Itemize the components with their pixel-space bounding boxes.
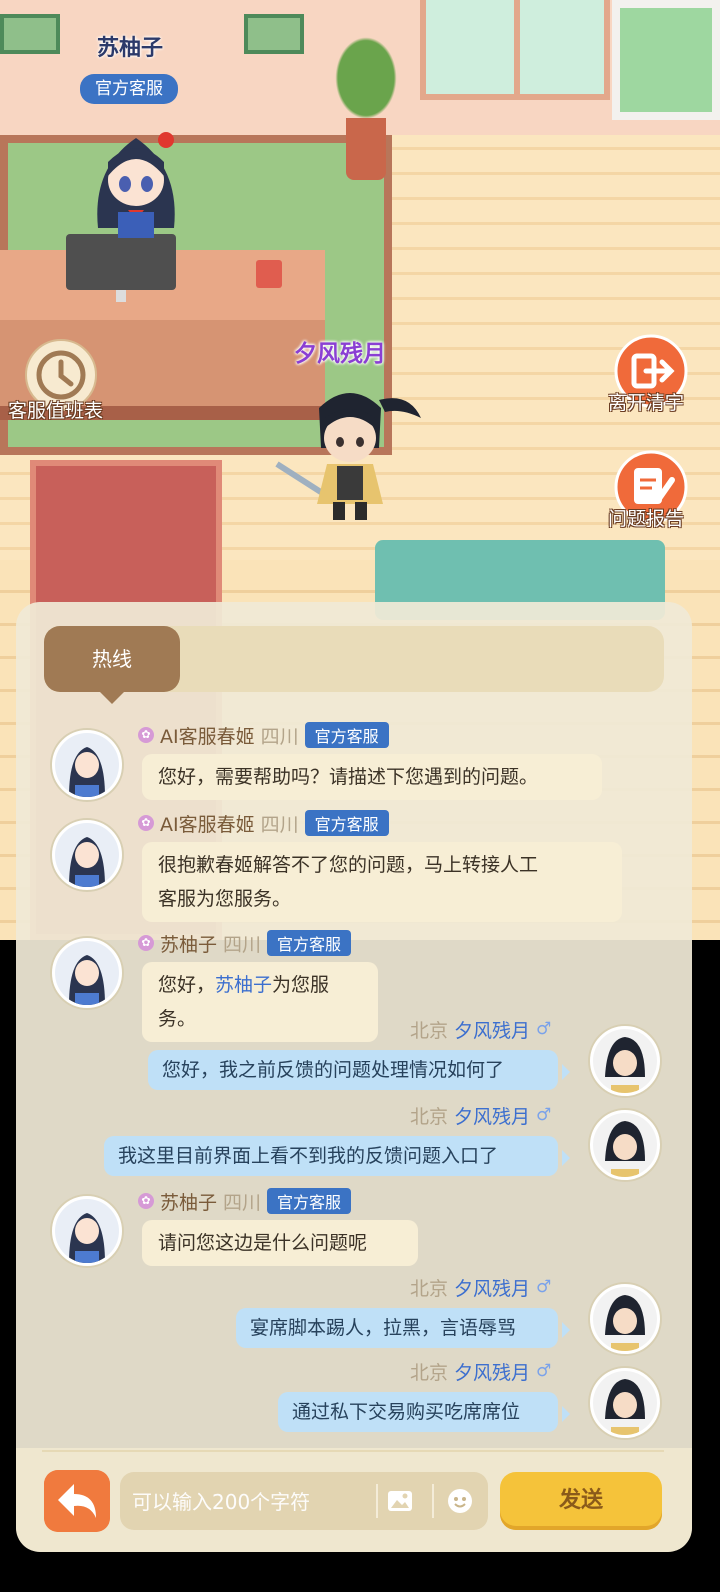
agent-avatar[interactable] bbox=[52, 1196, 122, 1266]
message-bubble: 您好，苏柚子为您服务。 bbox=[142, 962, 378, 1042]
wall-picture bbox=[244, 14, 304, 54]
message-line: 很抱歉春姬解答不了您的问题，马上转接人工 bbox=[158, 854, 539, 876]
player-character[interactable] bbox=[275, 378, 425, 528]
message-meta: 北京 夕风残月 ♂ bbox=[410, 1274, 551, 1300]
sender-name[interactable]: AI客服春姬 bbox=[160, 722, 255, 749]
sender-location: 北京 bbox=[410, 1277, 449, 1300]
sender-name[interactable]: 夕风残月 bbox=[454, 1016, 530, 1043]
message-meta: ✿ AI客服春姬 四川 官方客服 bbox=[138, 722, 389, 748]
message-meta: 北京 夕风残月 ♂ bbox=[410, 1358, 551, 1384]
message-meta: 北京 夕风残月 ♂ bbox=[410, 1016, 551, 1042]
official-badge: 官方客服 bbox=[267, 1188, 352, 1214]
message-meta: 北京 夕风残月 ♂ bbox=[410, 1102, 551, 1128]
coffee-mug bbox=[256, 260, 282, 288]
image-icon[interactable] bbox=[386, 1487, 414, 1515]
message-line: 客服为您服务。 bbox=[158, 888, 292, 910]
room-window bbox=[420, 0, 610, 100]
input-separator bbox=[432, 1484, 434, 1518]
sender-location: 北京 bbox=[410, 1019, 449, 1042]
message-text: 您好， bbox=[158, 974, 216, 996]
agent-avatar[interactable] bbox=[52, 938, 122, 1008]
sender-name[interactable]: 苏柚子 bbox=[160, 930, 217, 957]
sender-location: 北京 bbox=[410, 1361, 449, 1384]
male-icon: ♂ bbox=[536, 1105, 552, 1125]
ai-service-avatar[interactable] bbox=[52, 820, 122, 890]
send-button[interactable]: 发送 bbox=[500, 1472, 662, 1530]
leave-label: 离开清宇 bbox=[608, 392, 685, 414]
sender-location: 四川 bbox=[260, 725, 299, 748]
player-avatar[interactable] bbox=[590, 1110, 660, 1180]
input-separator bbox=[376, 1484, 378, 1518]
sender-name[interactable]: 苏柚子 bbox=[160, 1188, 217, 1215]
message-meta: ✿ 苏柚子 四川 官方客服 bbox=[138, 1188, 352, 1215]
player-name: 夕风残月 bbox=[294, 341, 386, 367]
message-bubble: 您好，我之前反馈的问题处理情况如何了 bbox=[148, 1050, 570, 1090]
sender-name[interactable]: 夕风残月 bbox=[454, 1274, 530, 1301]
pin-icon: ✿ bbox=[138, 935, 154, 951]
npc-name: 苏柚子 bbox=[96, 36, 163, 61]
ai-pin-icon: ✿ bbox=[138, 815, 154, 831]
male-icon: ♂ bbox=[536, 1277, 552, 1297]
message-input[interactable] bbox=[130, 1472, 374, 1532]
male-icon: ♂ bbox=[536, 1019, 552, 1039]
message-bubble: 宴席脚本踢人，拉黑，言语辱骂 bbox=[236, 1308, 570, 1348]
male-icon: ♂ bbox=[536, 1361, 552, 1381]
potted-plant bbox=[330, 30, 402, 126]
message-meta: ✿ 苏柚子 四川 官方客服 bbox=[138, 930, 352, 957]
message-bubble: 请问您这边是什么问题呢 bbox=[142, 1220, 418, 1266]
message-bubble: 我这里目前界面上看不到我的反馈问题入口了 bbox=[104, 1136, 570, 1176]
sender-location: 四川 bbox=[223, 933, 262, 956]
report-label: 问题报告 bbox=[608, 508, 685, 530]
ai-pin-icon: ✿ bbox=[138, 727, 154, 743]
sender-location: 四川 bbox=[223, 1191, 262, 1214]
plant-pot bbox=[346, 118, 386, 180]
back-button[interactable] bbox=[44, 1470, 110, 1532]
player-avatar[interactable] bbox=[590, 1368, 660, 1438]
message-bubble: 通过私下交易购买吃席席位 bbox=[278, 1392, 570, 1432]
sender-location: 四川 bbox=[260, 813, 299, 836]
tab-hotline[interactable]: 热线 bbox=[44, 626, 180, 704]
official-badge: 官方客服 bbox=[304, 722, 389, 748]
message-bubble: 您好，需要帮助吗？请描述下您遇到的问题。 bbox=[142, 754, 602, 800]
player-avatar[interactable] bbox=[590, 1026, 660, 1096]
message-bubble: 很抱歉春姬解答不了您的问题，马上转接人工 客服为您服务。 bbox=[142, 842, 622, 922]
emoji-icon[interactable] bbox=[446, 1487, 474, 1515]
sender-location: 北京 bbox=[410, 1105, 449, 1128]
agent-name-link[interactable]: 苏柚子 bbox=[215, 974, 272, 996]
wall-picture-left bbox=[0, 14, 60, 54]
sender-name[interactable]: 夕风残月 bbox=[454, 1102, 530, 1129]
whiteboard bbox=[612, 0, 720, 120]
message-meta: ✿ AI客服春姬 四川 官方客服 bbox=[138, 810, 389, 836]
sender-name[interactable]: 夕风残月 bbox=[454, 1358, 530, 1385]
npc-official-badge: 官方客服 bbox=[80, 74, 178, 104]
official-badge: 官方客服 bbox=[267, 930, 352, 956]
ai-service-avatar[interactable] bbox=[52, 730, 122, 800]
computer-monitor bbox=[66, 234, 176, 290]
npc-character[interactable] bbox=[88, 128, 184, 238]
message-input-box bbox=[120, 1472, 488, 1532]
sender-name[interactable]: AI客服春姬 bbox=[160, 810, 255, 837]
schedule-label: 客服值班表 bbox=[8, 400, 104, 422]
player-avatar[interactable] bbox=[590, 1284, 660, 1354]
input-divider bbox=[42, 1450, 664, 1452]
official-badge: 官方客服 bbox=[304, 810, 389, 836]
pin-icon: ✿ bbox=[138, 1193, 154, 1209]
